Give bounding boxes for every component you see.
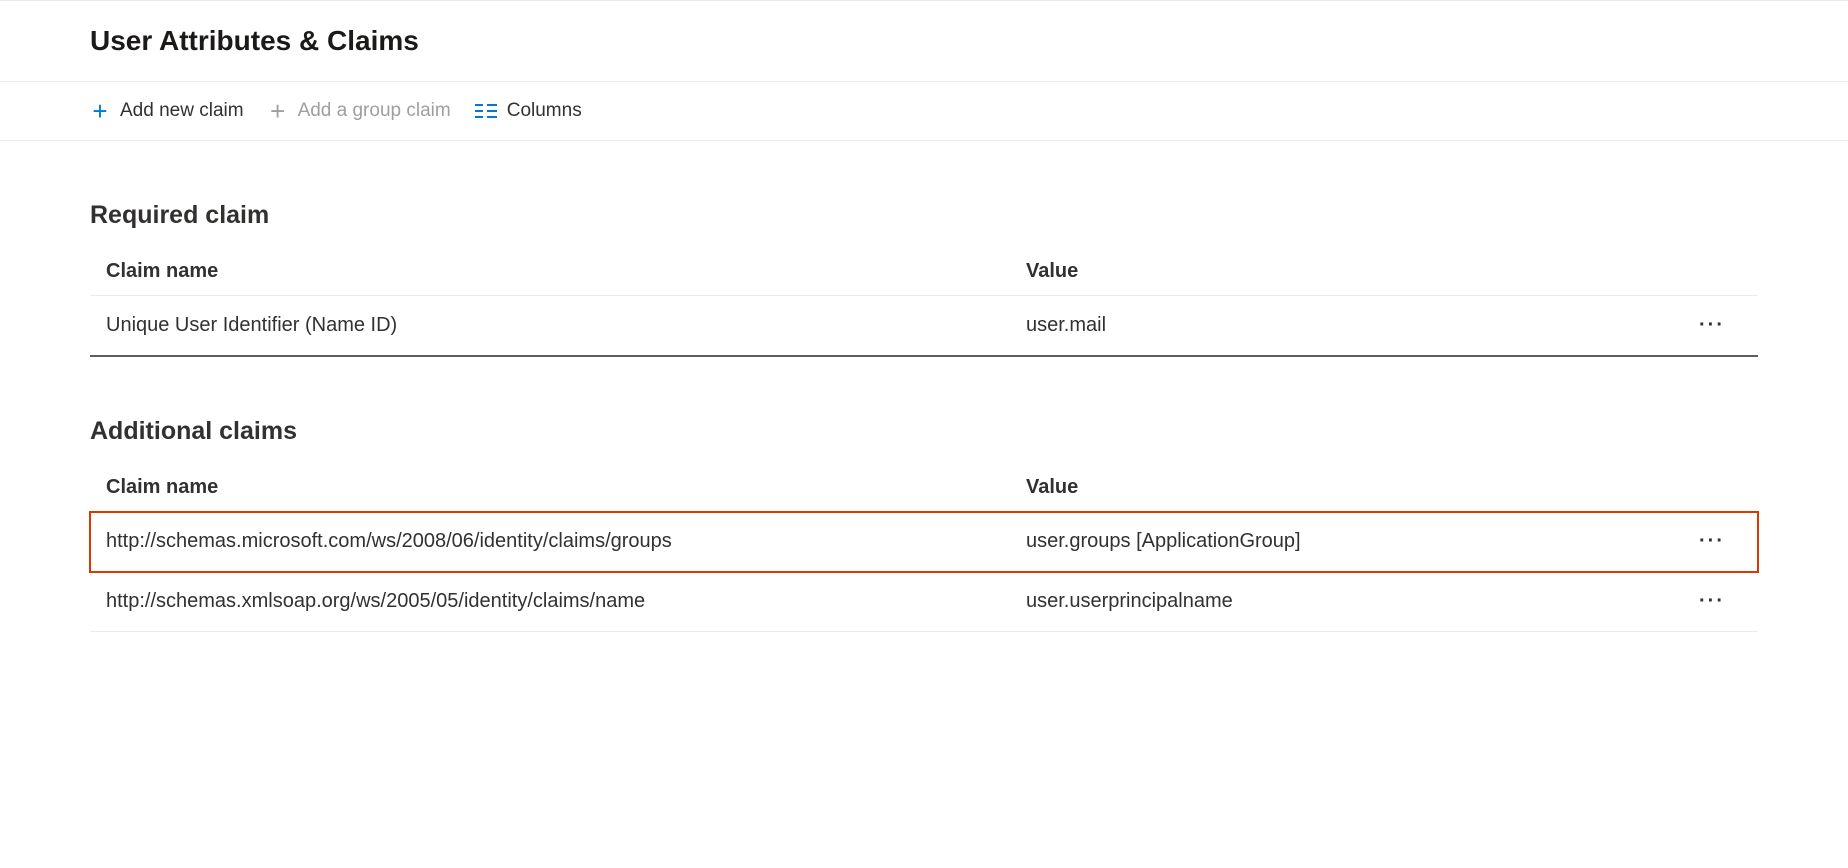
table-header: Claim name Value: [90, 464, 1758, 512]
more-icon: ···: [1699, 590, 1725, 612]
more-actions-button[interactable]: ···: [1691, 310, 1733, 341]
column-header-value: Value: [1026, 476, 1682, 499]
column-header-name: Claim name: [106, 260, 1026, 283]
more-actions-button[interactable]: ···: [1691, 586, 1733, 617]
toolbar: + Add new claim + Add a group claim Colu…: [0, 82, 1848, 141]
table-row[interactable]: http://schemas.xmlsoap.org/ws/2005/05/id…: [90, 572, 1758, 632]
column-header-name: Claim name: [106, 476, 1026, 499]
columns-icon: [475, 102, 497, 120]
claim-name-cell: http://schemas.xmlsoap.org/ws/2005/05/id…: [106, 590, 1026, 613]
claim-value-cell: user.userprincipalname: [1026, 590, 1682, 613]
page-title: User Attributes & Claims: [90, 25, 1848, 57]
table-header: Claim name Value: [90, 248, 1758, 296]
claim-actions-cell: ···: [1682, 526, 1742, 557]
required-claim-table: Claim name Value Unique User Identifier …: [90, 248, 1758, 357]
table-row[interactable]: http://schemas.microsoft.com/ws/2008/06/…: [90, 512, 1758, 572]
claim-name-cell: Unique User Identifier (Name ID): [106, 314, 1026, 337]
more-icon: ···: [1699, 314, 1725, 336]
claim-actions-cell: ···: [1682, 586, 1742, 617]
add-group-claim-button[interactable]: + Add a group claim: [268, 94, 451, 128]
required-claim-title: Required claim: [90, 201, 1758, 230]
plus-icon: +: [268, 98, 288, 124]
claim-value-cell: user.mail: [1026, 314, 1682, 337]
more-icon: ···: [1699, 530, 1725, 552]
add-new-claim-label: Add new claim: [120, 100, 244, 122]
page-header: User Attributes & Claims: [0, 0, 1848, 82]
more-actions-button[interactable]: ···: [1691, 526, 1733, 557]
additional-claims-section: Additional claims Claim name Value http:…: [0, 417, 1848, 632]
claim-value-cell: user.groups [ApplicationGroup]: [1026, 530, 1682, 553]
additional-claims-table: Claim name Value http://schemas.microsof…: [90, 464, 1758, 632]
column-header-value: Value: [1026, 260, 1682, 283]
page-container: User Attributes & Claims + Add new claim…: [0, 0, 1848, 632]
claim-actions-cell: ···: [1682, 310, 1742, 341]
table-row[interactable]: Unique User Identifier (Name ID) user.ma…: [90, 296, 1758, 357]
columns-button[interactable]: Columns: [475, 96, 582, 126]
claim-name-cell: http://schemas.microsoft.com/ws/2008/06/…: [106, 530, 1026, 553]
plus-icon: +: [90, 98, 110, 124]
add-group-claim-label: Add a group claim: [298, 100, 451, 122]
columns-label: Columns: [507, 100, 582, 122]
additional-claims-title: Additional claims: [90, 417, 1758, 446]
required-claim-section: Required claim Claim name Value Unique U…: [0, 201, 1848, 357]
add-new-claim-button[interactable]: + Add new claim: [90, 94, 244, 128]
